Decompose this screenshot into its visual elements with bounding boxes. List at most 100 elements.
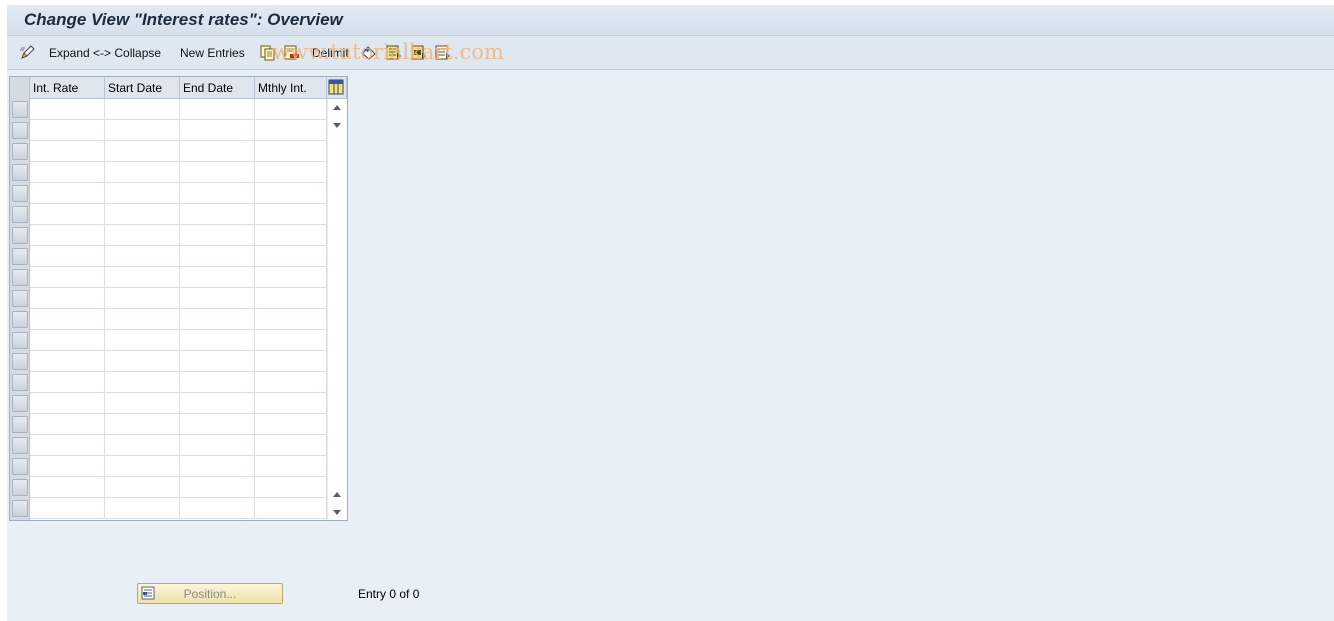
table-cell[interactable] — [255, 498, 327, 519]
table-cell[interactable] — [105, 393, 180, 414]
table-cell[interactable] — [30, 351, 105, 372]
table-cell[interactable] — [30, 498, 105, 519]
table-cell[interactable] — [105, 435, 180, 456]
table-cell[interactable] — [30, 435, 105, 456]
row-selector[interactable] — [12, 164, 28, 181]
column-header-end-date[interactable]: End Date — [180, 77, 255, 99]
scroll-down-icon[interactable] — [333, 510, 341, 515]
row-selector[interactable] — [12, 248, 28, 265]
table-cell[interactable] — [255, 330, 327, 351]
table-cell[interactable] — [30, 372, 105, 393]
table-cell[interactable] — [30, 330, 105, 351]
table-cell[interactable] — [105, 120, 180, 141]
table-cell[interactable] — [255, 309, 327, 330]
select-all-icon[interactable] — [385, 44, 402, 61]
row-selector[interactable] — [12, 311, 28, 328]
deselect-all-icon[interactable] — [434, 44, 451, 61]
table-cell[interactable] — [255, 288, 327, 309]
table-cell[interactable] — [30, 99, 105, 120]
table-cell[interactable] — [180, 477, 255, 498]
table-cell[interactable] — [105, 141, 180, 162]
table-cell[interactable] — [30, 309, 105, 330]
vertical-scrollbar[interactable] — [327, 99, 347, 520]
copy-icon[interactable] — [259, 44, 276, 61]
delimit-button[interactable]: Delimit — [312, 36, 349, 70]
table-cell[interactable] — [30, 267, 105, 288]
row-selector[interactable] — [12, 269, 28, 286]
table-cell[interactable] — [180, 456, 255, 477]
table-cell[interactable] — [255, 204, 327, 225]
table-cell[interactable] — [255, 435, 327, 456]
table-cell[interactable] — [105, 330, 180, 351]
table-cell[interactable] — [180, 330, 255, 351]
table-cell[interactable] — [255, 120, 327, 141]
table-cell[interactable] — [255, 393, 327, 414]
row-selector[interactable] — [12, 416, 28, 433]
table-cell[interactable] — [105, 99, 180, 120]
table-cell[interactable] — [105, 204, 180, 225]
row-selector[interactable] — [12, 479, 28, 496]
table-cell[interactable] — [105, 183, 180, 204]
table-cell[interactable] — [30, 246, 105, 267]
table-cell[interactable] — [105, 414, 180, 435]
row-selector[interactable] — [12, 122, 28, 139]
row-selector[interactable] — [12, 395, 28, 412]
table-cell[interactable] — [255, 162, 327, 183]
table-cell[interactable] — [105, 372, 180, 393]
row-selector[interactable] — [12, 185, 28, 202]
table-cell[interactable] — [180, 372, 255, 393]
row-selector[interactable] — [12, 206, 28, 223]
column-header-int-rate[interactable]: Int. Rate — [30, 77, 105, 99]
edit-pencil-icon[interactable] — [19, 44, 36, 61]
table-cell[interactable] — [30, 204, 105, 225]
table-cell[interactable] — [30, 414, 105, 435]
table-cell[interactable] — [180, 162, 255, 183]
row-selector[interactable] — [12, 227, 28, 244]
row-selector[interactable] — [12, 290, 28, 307]
row-selector[interactable] — [12, 353, 28, 370]
scroll-page-down-icon[interactable] — [333, 123, 341, 128]
table-cell[interactable] — [255, 141, 327, 162]
expand-collapse-button[interactable]: Expand <-> Collapse — [49, 36, 161, 70]
table-cell[interactable] — [255, 99, 327, 120]
table-cell[interactable] — [180, 351, 255, 372]
table-cell[interactable] — [180, 393, 255, 414]
table-cell[interactable] — [255, 246, 327, 267]
table-cell[interactable] — [180, 435, 255, 456]
scroll-page-up-icon[interactable] — [333, 492, 341, 497]
table-cell[interactable] — [30, 456, 105, 477]
table-cell[interactable] — [180, 414, 255, 435]
table-cell[interactable] — [180, 120, 255, 141]
row-selector[interactable] — [12, 437, 28, 454]
scroll-up-icon[interactable] — [333, 105, 341, 110]
table-cell[interactable] — [255, 456, 327, 477]
table-cell[interactable] — [105, 498, 180, 519]
table-cell[interactable] — [105, 225, 180, 246]
position-button[interactable]: Position... — [137, 583, 283, 604]
table-cell[interactable] — [30, 162, 105, 183]
delete-icon[interactable] — [283, 44, 300, 61]
table-cell[interactable] — [180, 141, 255, 162]
row-selector[interactable] — [12, 101, 28, 118]
table-cell[interactable] — [105, 477, 180, 498]
table-cell[interactable] — [105, 162, 180, 183]
table-cell[interactable] — [180, 225, 255, 246]
table-cell[interactable] — [30, 393, 105, 414]
table-cell[interactable] — [30, 120, 105, 141]
table-cell[interactable] — [30, 183, 105, 204]
select-block-icon[interactable] — [410, 44, 427, 61]
table-cell[interactable] — [105, 456, 180, 477]
table-cell[interactable] — [30, 477, 105, 498]
column-header-mthly-int[interactable]: Mthly Int. — [255, 77, 327, 99]
table-cell[interactable] — [180, 309, 255, 330]
row-selector[interactable] — [12, 458, 28, 475]
table-cell[interactable] — [180, 246, 255, 267]
table-cell[interactable] — [30, 141, 105, 162]
table-cell[interactable] — [105, 246, 180, 267]
row-selector[interactable] — [12, 500, 28, 517]
table-cell[interactable] — [180, 204, 255, 225]
new-entries-button[interactable]: New Entries — [180, 36, 245, 70]
table-cell[interactable] — [180, 183, 255, 204]
table-settings-icon[interactable] — [328, 79, 344, 95]
table-cell[interactable] — [105, 288, 180, 309]
